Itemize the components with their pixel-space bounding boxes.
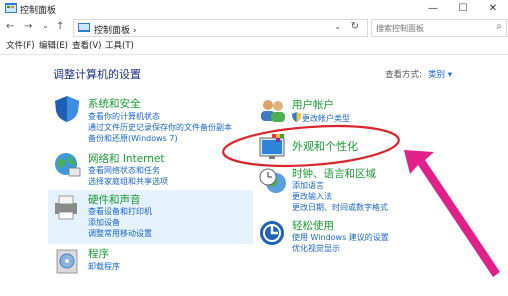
- recent-dropdown-icon[interactable]: ⌄: [42, 21, 49, 30]
- category-link[interactable]: 查看网络状态和任务: [88, 165, 160, 176]
- search-icon[interactable]: ⌕: [496, 21, 502, 32]
- page-title: 调整计算机的设置: [53, 68, 141, 81]
- close-button[interactable]: ✕: [478, 0, 508, 18]
- printer-icon: [55, 195, 77, 220]
- minimize-button[interactable]: —: [418, 0, 448, 18]
- programs-icon: [56, 249, 78, 274]
- view-by-label: 查看方式:: [385, 70, 422, 80]
- divider: [0, 54, 508, 55]
- clock-globe-icon: [259, 168, 286, 193]
- control-panel-icon: [5, 3, 17, 13]
- shield-icon: [55, 96, 79, 122]
- search-box[interactable]: ⌕: [371, 19, 507, 37]
- category-link[interactable]: 添加语言: [292, 180, 324, 191]
- category-title[interactable]: 系统和安全: [88, 96, 141, 111]
- users-icon: [261, 100, 285, 122]
- uac-shield-icon: [292, 112, 301, 122]
- category-link[interactable]: 选择家庭组和共享选项: [88, 176, 168, 187]
- maximize-button[interactable]: ☐: [448, 0, 478, 18]
- ease-of-access-icon: [260, 221, 284, 245]
- refresh-icon[interactable]: ↻: [351, 21, 359, 32]
- category-link[interactable]: 查看设备和打印机: [88, 206, 152, 217]
- up-arrow-icon[interactable]: ↑: [56, 21, 64, 32]
- category-link[interactable]: 更改日期、时间或数字格式: [292, 202, 388, 213]
- back-arrow-icon[interactable]: ←: [6, 21, 14, 32]
- category-link[interactable]: 调整常用移动设置: [88, 228, 152, 239]
- category-title[interactable]: 硬件和声音: [88, 192, 141, 207]
- category-link[interactable]: 优化视觉显示: [292, 243, 340, 254]
- pointer-arrow: [404, 150, 500, 277]
- menu-file[interactable]: 文件(F): [6, 39, 35, 51]
- monitor-palette-icon: [259, 134, 285, 159]
- category-link[interactable]: 更改帐户类型: [302, 113, 350, 124]
- breadcrumb[interactable]: 控制面板 ›: [94, 23, 136, 36]
- category-title[interactable]: 轻松使用: [292, 218, 334, 233]
- menu-edit[interactable]: 编辑(E): [39, 39, 68, 51]
- forward-arrow-icon[interactable]: →: [24, 21, 32, 32]
- globe-network-icon: [55, 153, 81, 177]
- menu-bar: 文件(F) 编辑(E) 查看(V) 工具(T): [0, 38, 508, 52]
- control-panel-icon: [78, 23, 90, 32]
- category-link[interactable]: 通过文件历史记录保存你的文件备份副本: [88, 122, 232, 133]
- category-title[interactable]: 程序: [88, 246, 109, 261]
- category-link[interactable]: 更改输入法: [292, 191, 332, 202]
- search-input[interactable]: [372, 20, 490, 36]
- menu-view[interactable]: 查看(V): [72, 39, 101, 51]
- category-link[interactable]: 备份和还原(Windows 7): [88, 133, 178, 144]
- category-title[interactable]: 网络和 Internet: [88, 151, 165, 166]
- title-bar: 控制面板 — ☐ ✕: [0, 0, 508, 18]
- category-title[interactable]: 外观和个性化: [292, 138, 358, 154]
- navigation-bar: ← → ⌄ ↑ 控制面板 › ⌄ ↻ ⌕: [0, 18, 508, 38]
- category-link[interactable]: 添加设备: [88, 217, 120, 228]
- category-link[interactable]: 查看你的计算机状态: [88, 111, 160, 122]
- category-title[interactable]: 时钟、语言和区域: [292, 166, 376, 181]
- address-bar[interactable]: 控制面板 › ⌄ ↻: [73, 19, 368, 37]
- menu-tools[interactable]: 工具(T): [105, 39, 134, 51]
- category-link[interactable]: 使用 Windows 建议的设置: [292, 232, 389, 243]
- category-title[interactable]: 用户帐户: [292, 97, 334, 112]
- window-title: 控制面板: [20, 6, 57, 16]
- view-by-dropdown[interactable]: 类别 ▾: [428, 68, 452, 80]
- category-link[interactable]: 卸载程序: [88, 261, 120, 272]
- address-dropdown-icon[interactable]: ⌄: [334, 22, 341, 31]
